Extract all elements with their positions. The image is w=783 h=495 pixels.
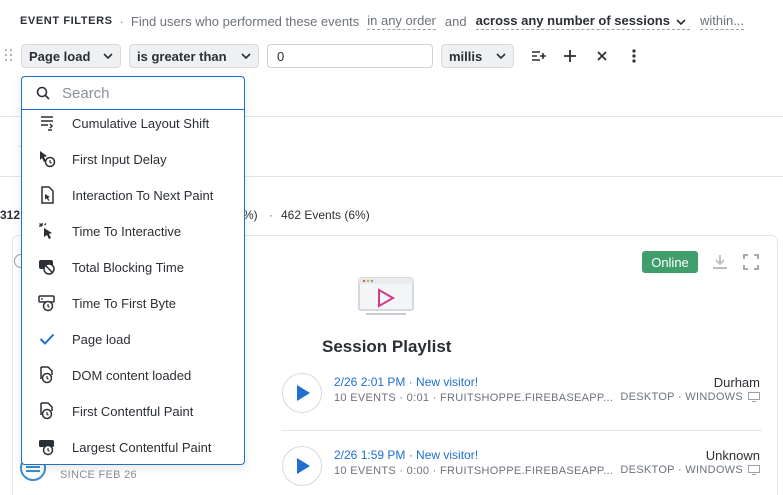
menu-item-time-to-first-byte[interactable]: Time To First Byte <box>22 285 244 321</box>
search-icon <box>36 86 50 100</box>
event-filters-header: EVENT FILTERS · Find users who performed… <box>20 12 783 30</box>
fullscreen-icon[interactable] <box>742 253 760 271</box>
sessions-selector-label: across any number of sessions <box>475 12 670 28</box>
menu-item-first-contentful-paint[interactable]: First Contentful Paint <box>22 393 244 429</box>
unit-select[interactable]: millis <box>441 44 514 68</box>
filter-row: Page load is greater than 0 millis <box>0 44 783 68</box>
menu-item-label: Page load <box>72 331 131 347</box>
menu-item-first-input-delay[interactable]: First Input Delay <box>22 141 244 177</box>
operator-select-label: is greater than <box>137 48 227 64</box>
menu-item-largest-contentful-paint[interactable]: Largest Contentful Paint <box>22 429 244 464</box>
menu-item-label: Largest Contentful Paint <box>72 439 212 455</box>
drag-handle-icon[interactable] <box>5 49 13 63</box>
operator-select[interactable]: is greater than <box>129 44 259 68</box>
session-meta: 10 EVENTS · 0:01 · FRUITSHOPPE.FIREBASEA… <box>334 392 614 404</box>
server-timer-icon <box>38 294 56 312</box>
session-playlist-title: Session Playlist <box>322 337 452 356</box>
download-icon[interactable] <box>711 253 729 271</box>
chevron-down-icon <box>676 13 686 28</box>
menu-item-label: Interaction To Next Paint <box>72 187 214 203</box>
filter-description: Find users who performed these events <box>130 13 360 29</box>
user-since-label: SINCE FEB 26 <box>60 469 137 481</box>
menu-item-dom-content-loaded[interactable]: DOM content loaded <box>22 357 244 393</box>
check-icon <box>38 330 56 348</box>
monitor-icon <box>748 465 760 475</box>
event-dropdown: Cumulative Layout Shift First Input Dela… <box>21 76 245 465</box>
unit-select-label: millis <box>449 48 483 64</box>
session-device: DESKTOP · WINDOWS <box>620 391 760 403</box>
play-icon <box>297 385 310 401</box>
value-input[interactable]: 0 <box>267 44 433 68</box>
within-selector[interactable]: within... <box>699 13 745 30</box>
session-device-label: DESKTOP · WINDOWS <box>620 464 743 476</box>
session-time[interactable]: 2/26 1:59 PM · New visitor! <box>334 448 478 462</box>
session-location: Durham <box>713 375 760 390</box>
session-time[interactable]: 2/26 2:01 PM · New visitor! <box>334 375 478 389</box>
search-input[interactable] <box>62 84 232 102</box>
menu-item-total-blocking-time[interactable]: Total Blocking Time <box>22 249 244 285</box>
event-select[interactable]: Page load <box>21 44 121 68</box>
header-separator: · <box>119 13 124 29</box>
divider <box>282 430 762 431</box>
page-timer-icon <box>38 366 56 384</box>
menu-item-label: Time To First Byte <box>72 295 177 311</box>
users-count: 312 U <box>0 208 22 222</box>
play-button[interactable] <box>282 373 322 413</box>
session-meta: 10 EVENTS · 0:00 · FRUITSHOPPE.FIREBASEA… <box>334 465 614 477</box>
session-device: DESKTOP · WINDOWS <box>620 464 760 476</box>
play-button[interactable] <box>282 446 322 486</box>
menu-item-label: First Input Delay <box>72 151 167 167</box>
session-location: Unknown <box>705 448 760 463</box>
playlist-illustration-icon <box>356 276 416 318</box>
menu-item-cumulative-layout-shift[interactable]: Cumulative Layout Shift <box>22 105 244 141</box>
events-count: 462 Events (6%) <box>281 208 370 222</box>
conjunction-label: and <box>444 13 467 29</box>
event-menu: Cumulative Layout Shift First Input Dela… <box>22 105 244 464</box>
menu-item-time-to-interactive[interactable]: Time To Interactive <box>22 213 244 249</box>
menu-item-label: First Contentful Paint <box>72 403 194 419</box>
menu-item-label: Total Blocking Time <box>72 259 184 275</box>
window-timer-icon <box>38 438 56 456</box>
session-row[interactable]: 2/26 2:01 PM · New visitor! 10 EVENTS · … <box>282 373 772 413</box>
menu-item-label: Time To Interactive <box>72 223 182 239</box>
more-vertical-icon[interactable] <box>624 46 644 66</box>
session-device-label: DESKTOP · WINDOWS <box>620 391 743 403</box>
monitor-icon <box>748 392 760 402</box>
stats-separator: · <box>269 208 273 222</box>
add-property-filter-icon[interactable] <box>529 46 549 66</box>
document-cursor-icon <box>38 186 56 204</box>
close-icon[interactable] <box>592 46 612 66</box>
menu-item-page-load[interactable]: Page load <box>22 321 244 357</box>
users-percentage: %) <box>243 208 258 222</box>
blocked-timer-icon <box>38 258 56 276</box>
play-icon <box>297 458 310 474</box>
add-icon[interactable] <box>560 46 580 66</box>
chevron-down-icon <box>241 53 251 59</box>
event-select-label: Page load <box>29 48 91 64</box>
menu-item-label: Cumulative Layout Shift <box>72 115 210 131</box>
online-status-badge: Online <box>642 251 698 273</box>
page-timer-icon <box>38 402 56 420</box>
event-filters-label: EVENT FILTERS <box>20 15 113 27</box>
cursor-timer-icon <box>38 150 56 168</box>
menu-item-interaction-to-next-paint[interactable]: Interaction To Next Paint <box>22 177 244 213</box>
sessions-selector[interactable]: across any number of sessions <box>475 12 690 30</box>
chevron-down-icon <box>103 53 113 59</box>
click-icon <box>38 222 56 240</box>
layout-shift-icon <box>38 114 56 132</box>
chevron-down-icon <box>496 53 506 59</box>
menu-item-label: DOM content loaded <box>72 367 192 383</box>
order-selector[interactable]: in any order <box>367 13 436 30</box>
session-row[interactable]: 2/26 1:59 PM · New visitor! 10 EVENTS · … <box>282 446 772 486</box>
